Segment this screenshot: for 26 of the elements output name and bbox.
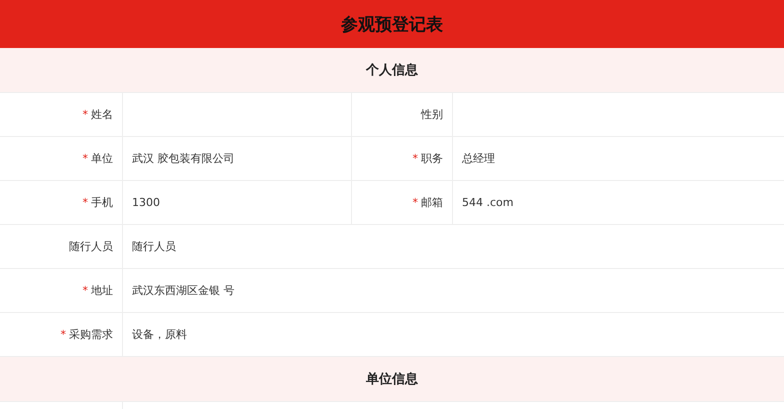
required-mark: * bbox=[412, 196, 418, 209]
field-value: 武汉 胶包装有限公司 bbox=[132, 151, 234, 166]
form-title: 参观预登记表 bbox=[341, 14, 443, 36]
required-mark: * bbox=[82, 196, 88, 209]
field-label: 随行人员 bbox=[69, 239, 113, 254]
field-value: 544 .com bbox=[462, 196, 514, 209]
field-label: 手机 bbox=[91, 195, 113, 210]
field-label: 地址 bbox=[91, 283, 113, 298]
field-label: 姓名 bbox=[91, 107, 113, 122]
required-mark: * bbox=[412, 152, 418, 165]
required-mark: * bbox=[82, 108, 88, 121]
field-label: 职务 bbox=[421, 151, 443, 166]
required-mark: * bbox=[60, 328, 66, 341]
field-label: 性别 bbox=[421, 107, 443, 122]
section-title: 个人信息 bbox=[366, 62, 418, 79]
field-label: 邮箱 bbox=[421, 195, 443, 210]
section-title: 单位信息 bbox=[366, 371, 418, 388]
field-value: 总经理 bbox=[462, 151, 495, 166]
field-value: 随行人员 bbox=[132, 239, 176, 254]
required-mark: * bbox=[82, 284, 88, 297]
field-value: 1300 bbox=[132, 196, 160, 209]
required-mark: * bbox=[82, 152, 88, 165]
field-label: 单位 bbox=[91, 151, 113, 166]
field-value: 武汉东西湖区金银 号 bbox=[132, 283, 234, 298]
field-label: 采购需求 bbox=[69, 327, 113, 342]
field-value: 设备，原料 bbox=[132, 327, 187, 342]
